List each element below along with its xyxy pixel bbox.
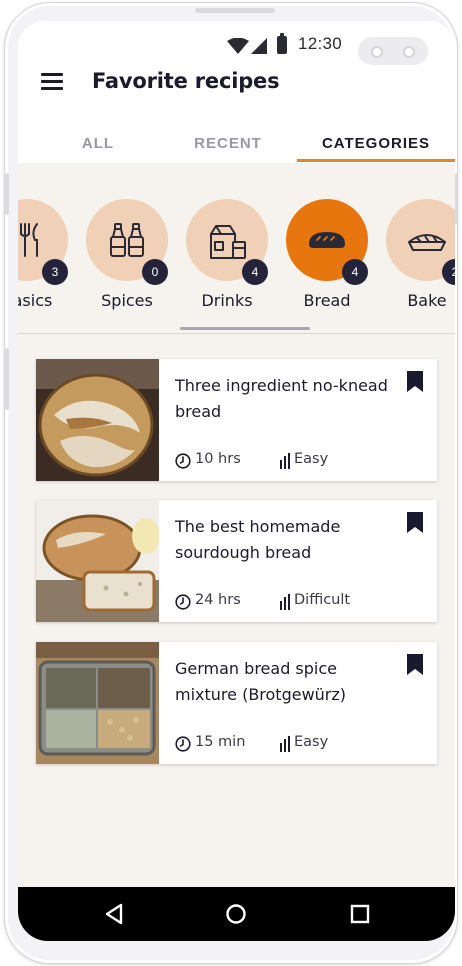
recipe-card[interactable]: Three ingredient no-knead bread 10 hrs E…	[36, 359, 437, 481]
back-icon[interactable]	[103, 903, 127, 925]
recipe-photo	[36, 500, 159, 622]
carousel-scrollbar[interactable]	[180, 327, 310, 330]
app-bar: Favorite recipes	[18, 67, 455, 101]
tab-indicator	[297, 159, 455, 162]
recipe-time-text: 15 min	[195, 734, 246, 750]
category-count-badge: 4	[342, 259, 368, 285]
recipe-difficulty-text: Easy	[294, 734, 329, 750]
top-area: 12:30 Favorite recipes ALL RECENT CATEGO…	[18, 21, 455, 163]
bookmark-icon[interactable]	[407, 512, 423, 533]
recipe-difficulty-text: Difficult	[294, 592, 351, 608]
bookmark-icon[interactable]	[407, 371, 423, 392]
drinks-icon	[210, 225, 246, 259]
divider	[18, 333, 455, 334]
recipe-title: German bread spice mixture (Brotgewürz)	[175, 659, 347, 704]
speaker	[195, 8, 275, 13]
pie-icon	[408, 234, 446, 251]
recents-icon[interactable]	[348, 903, 372, 925]
category-label: Basics	[18, 291, 53, 310]
category-count-badge: 4	[242, 259, 268, 285]
side-button	[5, 173, 9, 215]
category-label: Drinks	[201, 291, 253, 310]
category-label: Bake	[407, 291, 447, 310]
battery-icon	[277, 33, 287, 54]
menu-icon[interactable]	[41, 73, 63, 91]
tab-recent[interactable]: RECENT	[178, 135, 278, 163]
difficulty-bars-icon	[280, 594, 290, 610]
system-nav-bar	[18, 887, 455, 941]
difficulty-bars-icon	[280, 453, 290, 469]
category-count-badge: 0	[142, 259, 168, 285]
side-button	[5, 348, 9, 410]
clock-icon	[175, 594, 191, 610]
signal-icon	[251, 38, 267, 54]
clock-icon	[175, 453, 191, 469]
recipe-difficulty-text: Easy	[294, 451, 329, 467]
status-time: 12:30	[298, 34, 343, 53]
recipe-time-text: 24 hrs	[195, 592, 241, 608]
recipe-time-text: 10 hrs	[195, 451, 241, 467]
difficulty-bars-icon	[280, 736, 290, 752]
home-icon[interactable]	[224, 903, 248, 925]
bookmark-icon[interactable]	[407, 654, 423, 675]
camera-lens	[371, 46, 383, 58]
page-title: Favorite recipes	[92, 69, 280, 93]
category-count-badge: 2	[442, 259, 455, 285]
phone-frame: 12:30 Favorite recipes ALL RECENT CATEGO…	[4, 2, 458, 964]
recipe-title: Three ingredient no-knead bread	[175, 376, 388, 421]
recipe-title: The best homemade sourdough bread	[175, 517, 341, 562]
clock-icon	[175, 736, 191, 752]
cutlery-icon	[20, 223, 38, 257]
wifi-icon	[227, 38, 249, 54]
screen: 12:30 Favorite recipes ALL RECENT CATEGO…	[18, 21, 455, 941]
spice-jars-icon	[110, 223, 144, 257]
recipe-card[interactable]: German bread spice mixture (Brotgewürz) …	[36, 642, 437, 764]
recipe-photo	[36, 642, 159, 764]
camera	[358, 37, 428, 65]
bread-icon	[309, 232, 345, 248]
recipe-card[interactable]: The best homemade sourdough bread 24 hrs…	[36, 500, 437, 622]
camera-lens	[403, 46, 415, 58]
category-label: Spices	[101, 291, 153, 310]
category-carousel[interactable]: 3 Basics 0 Spi	[18, 163, 455, 333]
category-label: Bread	[303, 291, 351, 310]
category-count-badge: 3	[42, 259, 68, 285]
recipe-photo	[36, 359, 159, 481]
tab-all[interactable]: ALL	[68, 135, 128, 163]
